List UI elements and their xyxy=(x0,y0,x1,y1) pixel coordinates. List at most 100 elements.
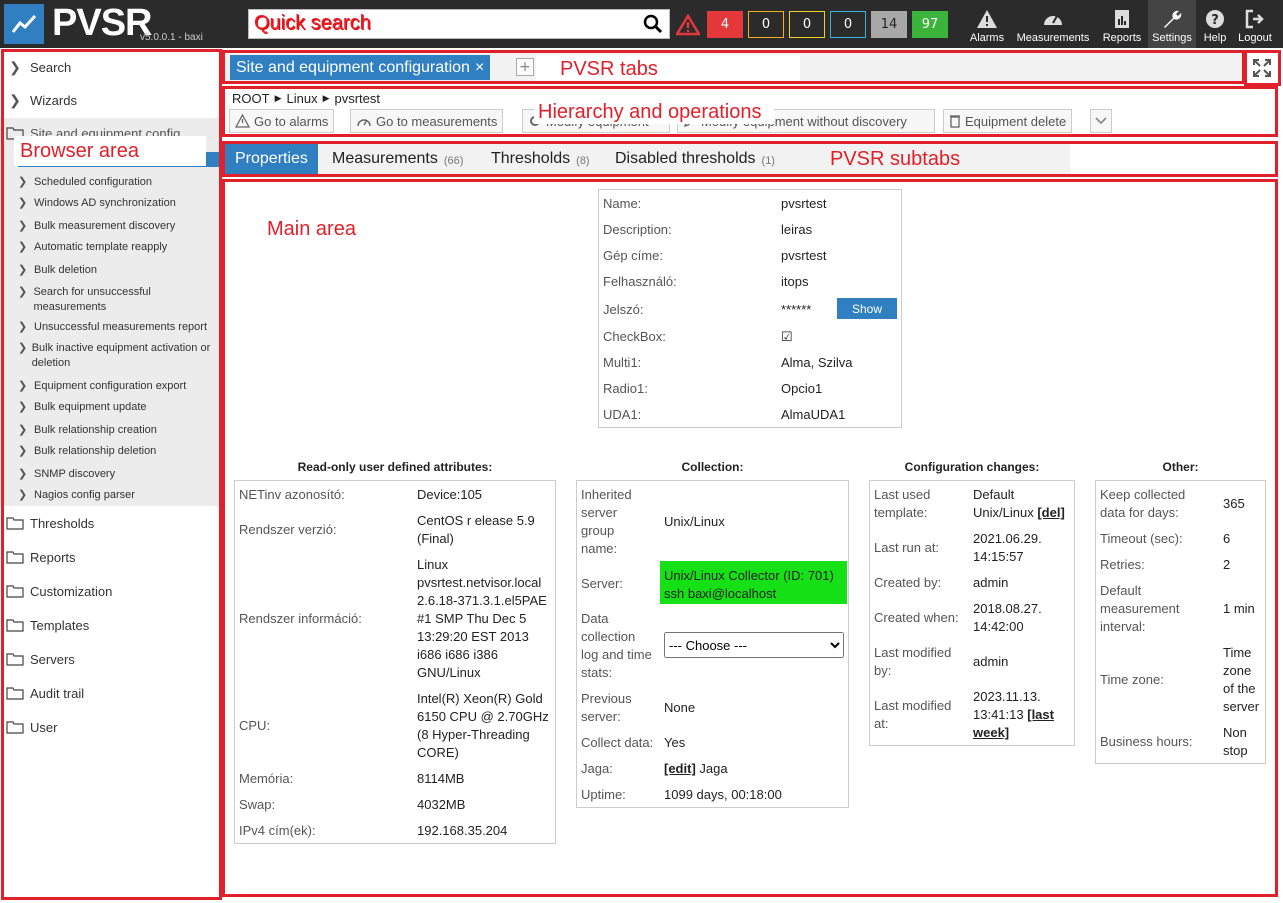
sidebar-subitem[interactable]: ❯ Bulk equipment update xyxy=(18,400,220,415)
go-to-alarms-button[interactable]: Go to alarms xyxy=(229,109,335,133)
property-label: Name: xyxy=(603,196,642,211)
alarm-badge-minor[interactable]: 0 xyxy=(789,11,825,38)
show-password-button[interactable]: Show xyxy=(837,298,897,319)
other-title: Other: xyxy=(1162,460,1199,474)
folder-icon xyxy=(0,550,30,564)
tab-add-button[interactable]: + xyxy=(516,58,534,76)
logo[interactable] xyxy=(4,4,44,44)
sidebar-search[interactable]: ❯ Search xyxy=(0,50,220,84)
sidebar-folder-servers[interactable]: Servers xyxy=(0,642,220,676)
alarm-badge-warning[interactable]: 0 xyxy=(830,11,866,38)
search-icon[interactable] xyxy=(643,14,663,34)
property-value[interactable]: ☑ xyxy=(781,328,793,346)
readonly-value: 8114MB xyxy=(417,771,465,786)
sidebar-folder-reports[interactable]: Reports xyxy=(0,540,220,574)
collect-data-label: Collect data: xyxy=(581,735,654,750)
chevron-right-icon: ❯ xyxy=(9,91,21,108)
folder-icon xyxy=(0,652,30,666)
tab-close-icon[interactable]: × xyxy=(475,59,484,77)
last-run-label: Last run at: xyxy=(874,540,940,555)
nav-logout[interactable]: Logout xyxy=(1234,0,1276,48)
readonly-value: Intel(R) Xeon(R) Gold 6150 CPU @ 2.70GHz… xyxy=(417,691,549,760)
nav-settings[interactable]: Settings xyxy=(1148,0,1196,48)
nav-measurements[interactable]: Measurements xyxy=(1012,0,1094,48)
readonly-value: Device:105 xyxy=(417,487,483,502)
sidebar-subitem-label: Bulk measurement discovery xyxy=(34,220,176,232)
alarm-badge-unknown[interactable]: 14 xyxy=(871,11,907,38)
more-operations-dropdown[interactable] xyxy=(1090,109,1112,133)
alarm-warning-icon[interactable] xyxy=(676,14,700,36)
readonly-label: IPv4 cím(ek): xyxy=(239,823,316,838)
created-by-label: Created by: xyxy=(874,575,942,590)
subtab-measurements[interactable]: Measurements (66) xyxy=(322,144,473,174)
sidebar-folder-user[interactable]: User xyxy=(0,710,220,744)
nav-alarms[interactable]: Alarms xyxy=(963,0,1011,48)
subtab-thresholds[interactable]: Thresholds (8) xyxy=(481,144,600,174)
sidebar-subitem[interactable]: ❯ Search for unsuccessful measurements xyxy=(18,285,220,315)
nav-reports[interactable]: Reports xyxy=(1097,0,1147,48)
sidebar-folder-label: Templates xyxy=(30,617,90,633)
uptime-label: Uptime: xyxy=(581,787,626,802)
chevron-right-icon: ❯ xyxy=(18,468,28,480)
other-value: Time zone of the server xyxy=(1223,645,1260,714)
trash-icon xyxy=(950,115,960,128)
chevron-right-icon: ❯ xyxy=(18,264,28,276)
sidebar-subitem[interactable]: ❯ Bulk deletion xyxy=(18,263,220,278)
sidebar-subitem-label: Search for unsuccessful measurements xyxy=(33,286,151,313)
sidebar-folder-label: Customization xyxy=(30,583,113,599)
sidebar-subitem-label: Automatic template reapply xyxy=(34,241,168,253)
sidebar-subitem[interactable]: ❯ Equipment configuration export xyxy=(18,379,220,394)
sidebar-subitem[interactable]: ❯ Bulk relationship deletion xyxy=(18,444,220,459)
sidebar-search-label: Search xyxy=(30,59,72,75)
sidebar-subitem[interactable]: ❯ Bulk measurement discovery xyxy=(18,219,220,234)
go-to-measurements-button[interactable]: Go to measurements xyxy=(350,109,504,133)
jaga-edit-link[interactable]: [edit] xyxy=(664,761,696,776)
subtab-disabled-thresholds[interactable]: Disabled thresholds (1) xyxy=(605,144,785,174)
chevron-right-icon: ❯ xyxy=(18,241,28,253)
sidebar-folder-customization[interactable]: Customization xyxy=(0,574,220,608)
subtab-properties[interactable]: Properties xyxy=(225,144,318,174)
jaga-value: [edit] Jaga xyxy=(664,760,728,778)
warning-icon xyxy=(235,114,250,128)
folder-icon xyxy=(0,618,30,632)
breadcrumb-linux[interactable]: Linux xyxy=(286,91,317,106)
sidebar-folder-templates[interactable]: Templates xyxy=(0,608,220,642)
sidebar-folder-thresholds[interactable]: Thresholds xyxy=(0,506,220,540)
breadcrumb-current: pvsrtest xyxy=(334,91,380,106)
tab-site-config[interactable]: Site and equipment configuration × xyxy=(230,55,491,80)
sidebar-subitem[interactable]: ❯ Bulk inactive equipment activation or d… xyxy=(18,341,220,371)
modified-by-label: Last modified by: xyxy=(874,645,952,678)
fullscreen-expand-icon[interactable] xyxy=(1250,56,1274,80)
readonly-label: Memória: xyxy=(239,771,294,786)
sidebar-subitem[interactable]: ❯ Unsuccessful measurements report xyxy=(18,320,220,335)
chevron-right-icon: ❯ xyxy=(18,342,28,354)
sidebar-folder-label: Servers xyxy=(30,651,75,667)
nav-logout-label: Logout xyxy=(1238,32,1272,44)
sidebar-wizards[interactable]: ❯ Wizards xyxy=(0,83,220,117)
sidebar-subitem[interactable]: ❯ Nagios config parser xyxy=(18,488,220,503)
help-icon: ? xyxy=(1206,10,1224,28)
modified-by-value: admin xyxy=(973,654,1009,669)
property-value: Opcio1 xyxy=(781,381,823,396)
sidebar-subitem[interactable]: ❯ Windows AD synchronization xyxy=(18,196,220,211)
sidebar-folder-audit-trail[interactable]: Audit trail xyxy=(0,676,220,710)
sidebar-subitem[interactable]: ❯ Automatic template reapply xyxy=(18,240,220,255)
breadcrumb-root[interactable]: ROOT xyxy=(232,91,270,106)
previous-server-label: Previous server: xyxy=(581,691,632,724)
template-del-link[interactable]: [del] xyxy=(1037,505,1064,520)
svg-text:?: ? xyxy=(1211,13,1219,28)
sidebar-subitem[interactable]: ❯ SNMP discovery xyxy=(18,467,220,482)
top-bar: PVSR v5.0.0.1 - baxi 4 0 0 0 14 97 Alarm… xyxy=(0,0,1283,48)
collection-log-select[interactable]: --- Choose --- xyxy=(664,632,844,658)
sidebar-subitem[interactable]: ❯ Bulk relationship creation xyxy=(18,423,220,438)
other-value: 1 min xyxy=(1223,601,1255,616)
sidebar-subitem-label: Windows AD synchronization xyxy=(34,197,176,209)
alarm-badge-major[interactable]: 0 xyxy=(748,11,784,38)
other-label: Retries: xyxy=(1100,557,1145,572)
alarm-badge-critical[interactable]: 4 xyxy=(707,11,743,38)
nav-help[interactable]: ? Help xyxy=(1198,0,1232,48)
nav-help-label: Help xyxy=(1203,32,1227,44)
alarm-badge-ok[interactable]: 97 xyxy=(912,11,948,38)
equipment-delete-button[interactable]: Equipment delete xyxy=(943,109,1073,133)
sidebar-subitem[interactable]: ❯ Scheduled configuration xyxy=(18,175,220,190)
